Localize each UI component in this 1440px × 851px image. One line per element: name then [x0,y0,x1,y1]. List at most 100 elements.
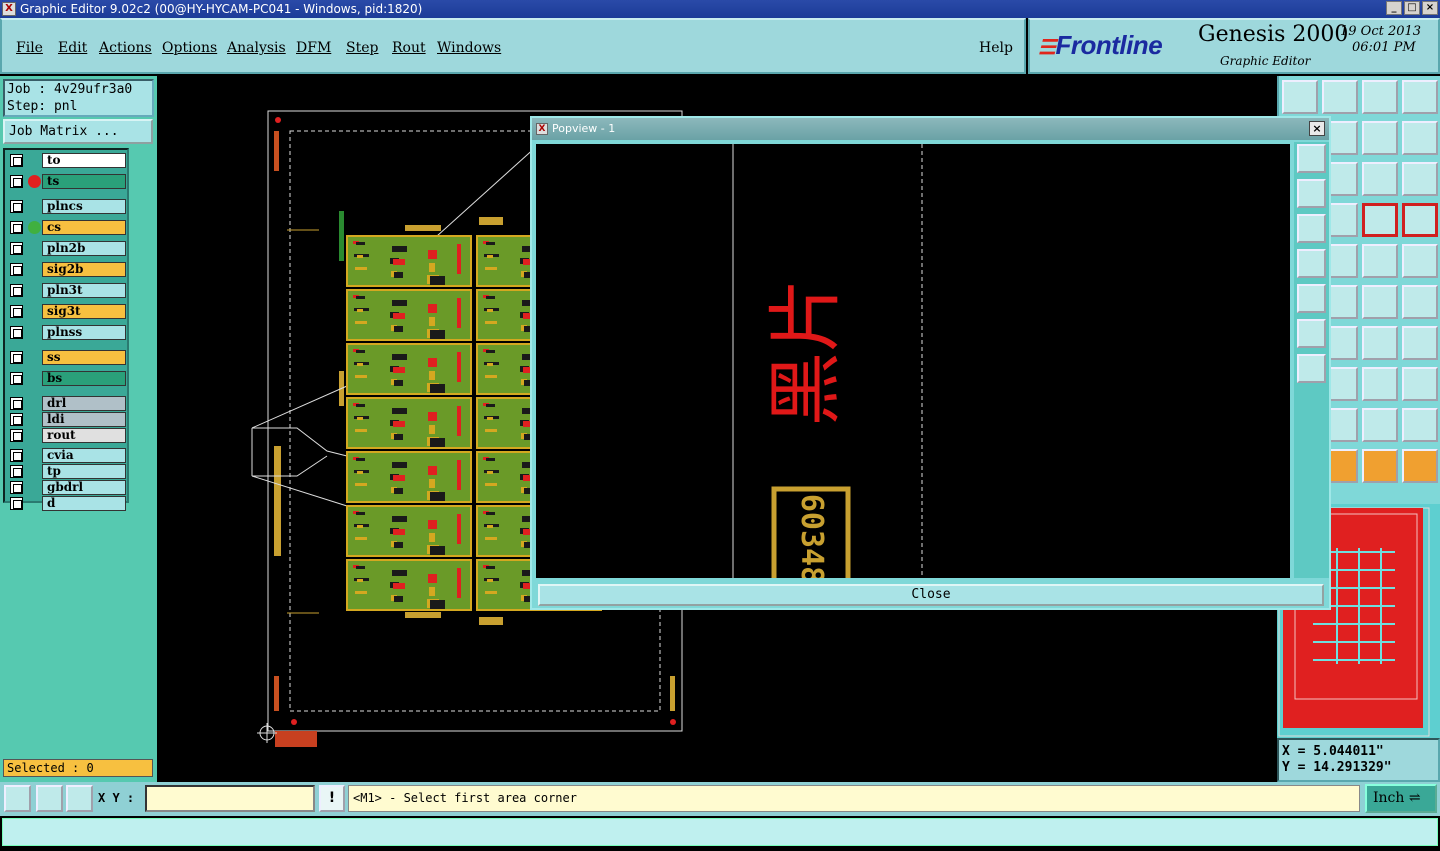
layer-name[interactable]: rout [42,428,126,443]
layer-checkbox[interactable] [10,397,23,410]
layer-name[interactable]: bs [42,371,126,386]
layer-name[interactable]: plncs [42,199,126,214]
layer-checkbox[interactable] [10,154,23,167]
select-d-icon[interactable] [1402,449,1438,483]
popview-title-bar[interactable]: X Popview - 1 × [532,118,1329,140]
popview-close-button[interactable]: Close [538,584,1324,606]
measure-d-icon[interactable] [1402,408,1438,442]
select-c-icon[interactable] [1362,449,1398,483]
close-window-button[interactable]: × [1422,1,1438,15]
layer-row-ts[interactable]: ts [8,174,126,189]
layer-checkbox[interactable] [10,429,23,442]
popview-pan-right-icon[interactable] [1297,284,1326,313]
popview-zoom-out-icon[interactable] [1297,319,1326,348]
layer-checkbox[interactable] [10,413,23,426]
layer-row-cs[interactable]: cs [8,220,126,235]
shapes-icon[interactable] [1402,367,1438,401]
layer-name[interactable]: sig2b [42,262,126,277]
layer-checkbox[interactable] [10,372,23,385]
app-icon[interactable]: X [2,2,16,16]
resize-icon[interactable] [4,785,31,812]
layer-name[interactable]: tp [42,464,126,479]
connect2-icon[interactable] [1362,285,1398,319]
layer-checkbox[interactable] [10,284,23,297]
units-selector[interactable]: Inch ⇌ [1365,784,1437,813]
menu-file[interactable]: File [16,40,43,56]
menu-dfm[interactable]: DFM [296,40,331,56]
flip-icon[interactable] [1402,326,1438,360]
ratio-icon[interactable] [1362,162,1398,196]
swap-icon[interactable] [1362,121,1398,155]
popview-zoom-fit-icon[interactable] [1297,144,1326,173]
layer-name[interactable]: drl [42,396,126,411]
layer-checkbox[interactable] [10,221,23,234]
measure-c-icon[interactable] [1362,408,1398,442]
layer-row-pln2b[interactable]: pln2b [8,241,126,256]
measure-icon[interactable] [36,785,63,812]
menu-edit[interactable]: Edit [58,40,87,56]
layer-checkbox[interactable] [10,263,23,276]
circle-icon[interactable] [1402,244,1438,278]
layer-name[interactable]: ldi [42,412,126,427]
minimize-button[interactable]: _ [1386,1,1402,15]
layer-row-sig3t[interactable]: sig3t [8,304,126,319]
popview-canvas[interactable]: 黑片 60348 [536,144,1290,578]
layer-name[interactable]: sig3t [42,304,126,319]
popview-close-icon[interactable]: × [1309,121,1325,136]
popview-pan-down-icon[interactable] [1297,214,1326,243]
snap-red2-icon[interactable] [1402,203,1438,237]
layer-row-pln3t[interactable]: pln3t [8,283,126,298]
layer-name[interactable]: d [42,496,126,511]
snap-red-icon[interactable] [1362,203,1398,237]
layer-checkbox[interactable] [10,351,23,364]
layer-row-d[interactable]: d [8,496,126,511]
home-icon[interactable] [1362,80,1398,114]
layer-row-plncs[interactable]: plncs [8,199,126,214]
layer-row-tp[interactable]: tp [8,464,126,479]
layer-checkbox[interactable] [10,175,23,188]
connect3-icon[interactable] [1402,285,1438,319]
home-down-icon[interactable] [1322,80,1358,114]
popview-pan-left-icon[interactable] [1297,249,1326,278]
layer-checkbox[interactable] [10,305,23,318]
window-split-icon[interactable] [1402,80,1438,114]
layer-checkbox[interactable] [10,465,23,478]
layer-row-rout[interactable]: rout [8,428,126,443]
layer-name[interactable]: gbdrl [42,480,126,495]
layer-row-bs[interactable]: bs [8,371,126,386]
layer-row-to[interactable]: to [8,153,126,168]
layer-name[interactable]: ts [42,174,126,189]
home-up-icon[interactable] [1282,80,1318,114]
menu-analysis[interactable]: Analysis [227,40,286,56]
job-matrix-button[interactable]: Job Matrix ... [3,119,153,144]
layer-row-ss[interactable]: ss [8,350,126,365]
layer-row-cvia[interactable]: cvia [8,448,126,463]
layer-name[interactable]: ss [42,350,126,365]
layer-checkbox[interactable] [10,481,23,494]
mirror-icon[interactable] [1362,326,1398,360]
help-icon[interactable] [1402,162,1438,196]
shape-icon[interactable] [1362,367,1398,401]
layer-checkbox[interactable] [10,449,23,462]
layer-row-plnss[interactable]: plnss [8,325,126,340]
maximize-button[interactable]: □ [1404,1,1420,15]
menu-help[interactable]: Help [979,40,1013,56]
xy-input[interactable] [145,785,315,812]
layer-name[interactable]: pln3t [42,283,126,298]
popview-pan-up-icon[interactable] [1297,179,1326,208]
layer-row-drl[interactable]: drl [8,396,126,411]
layer-name[interactable]: to [42,153,126,168]
rotate-icon[interactable] [1402,121,1438,155]
layer-row-gbdrl[interactable]: gbdrl [8,480,126,495]
grid-icon[interactable] [66,785,93,812]
layer-checkbox[interactable] [10,242,23,255]
layer-row-ldi[interactable]: ldi [8,412,126,427]
menu-rout[interactable]: Rout [392,40,426,56]
alert-button[interactable]: ! [319,785,345,812]
layer-row-sig2b[interactable]: sig2b [8,262,126,277]
menu-actions[interactable]: Actions [99,40,152,56]
menu-windows[interactable]: Windows [437,40,501,56]
layer-checkbox[interactable] [10,497,23,510]
layer-checkbox[interactable] [10,200,23,213]
menu-options[interactable]: Options [162,40,217,56]
